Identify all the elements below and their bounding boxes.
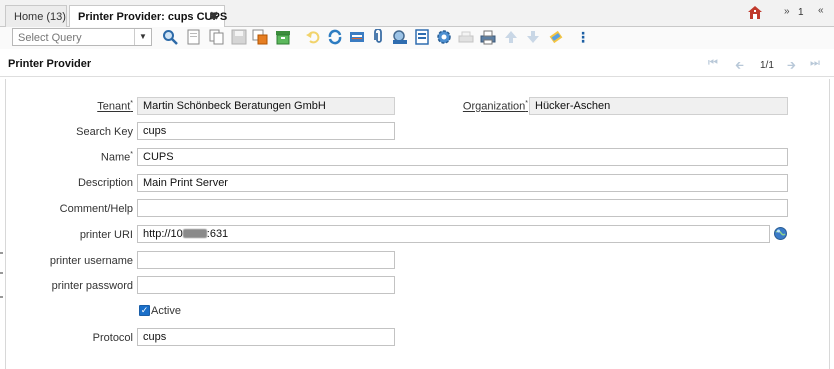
last-record-icon[interactable]: ⏭ xyxy=(810,57,820,70)
printer-password-field[interactable] xyxy=(137,276,395,294)
home-icon[interactable] xyxy=(748,6,762,19)
chevron-down-icon[interactable]: ▼ xyxy=(134,29,151,45)
tenant-label[interactable]: Tenant* xyxy=(97,100,133,113)
window-title: Printer Provider xyxy=(8,58,92,70)
archive-icon[interactable] xyxy=(275,29,291,45)
organization-field[interactable]: Hücker-Aschen xyxy=(529,97,788,115)
process-icon[interactable] xyxy=(436,29,452,45)
protocol-field[interactable]: cups xyxy=(137,328,395,346)
splitter-mark xyxy=(0,252,3,254)
search-icon[interactable] xyxy=(162,29,178,45)
print-icon[interactable] xyxy=(480,29,496,45)
redacted-mask xyxy=(182,229,207,238)
query-select-placeholder: Select Query xyxy=(18,32,82,44)
globe-icon[interactable] xyxy=(774,227,787,240)
print-preview-icon[interactable] xyxy=(458,29,474,45)
form-area xyxy=(5,79,830,369)
new-record-icon[interactable] xyxy=(186,29,202,45)
name-value: CUPS xyxy=(143,151,174,163)
query-select[interactable]: Select Query ▼ xyxy=(12,28,152,46)
printer-uri-field[interactable]: http://10 :631 xyxy=(137,225,770,243)
tab-count: 1 xyxy=(798,7,804,18)
undo-icon[interactable] xyxy=(305,29,321,45)
search-key-value: cups xyxy=(143,125,167,137)
tabbar-controls: » 1 « xyxy=(734,0,834,27)
tenant-field[interactable]: Martin Schönbeck Beratungen GmbH xyxy=(137,97,395,115)
tab-printer-provider[interactable]: Printer Provider: cups CUPS ✖ xyxy=(69,5,228,28)
name-field[interactable]: CUPS xyxy=(137,148,788,166)
collapse-icon[interactable]: « xyxy=(818,5,824,16)
window-header: Printer Provider ⏮ 🡰 1/1 🡲 ⏭ xyxy=(0,51,834,77)
splitter-mark xyxy=(0,272,3,274)
save-new-icon[interactable] xyxy=(252,29,268,45)
splitter-mark xyxy=(0,296,3,298)
attachment-icon[interactable] xyxy=(371,29,387,45)
refresh-icon[interactable] xyxy=(327,29,343,45)
next-record-icon[interactable]: 🡲 xyxy=(787,57,796,76)
name-label: Name* xyxy=(100,151,133,164)
down-icon[interactable] xyxy=(525,29,541,45)
tab-list-icon[interactable]: » xyxy=(784,6,790,17)
description-label: Description xyxy=(77,177,133,189)
printer-uri-suffix: :631 xyxy=(206,228,229,240)
active-label[interactable]: Active xyxy=(151,305,181,317)
first-record-icon[interactable]: ⏮ xyxy=(708,57,718,70)
protocol-label: Protocol xyxy=(92,332,133,344)
organization-label[interactable]: Organization* xyxy=(463,100,528,113)
printer-username-label: printer username xyxy=(49,255,133,267)
description-value: Main Print Server xyxy=(143,177,228,189)
tab-bar: Home (13) Printer Provider: cups CUPS ✖ … xyxy=(0,0,834,28)
copy-record-icon[interactable] xyxy=(209,29,225,45)
zoom-icon[interactable] xyxy=(392,29,408,45)
tab-home-label: Home (13) xyxy=(14,11,66,23)
description-field[interactable]: Main Print Server xyxy=(137,174,788,192)
comment-help-field[interactable] xyxy=(137,199,788,217)
up-icon[interactable] xyxy=(503,29,519,45)
organization-value: Hücker-Aschen xyxy=(535,100,611,112)
printer-username-field[interactable] xyxy=(137,251,395,269)
close-icon[interactable]: ✖ xyxy=(209,9,219,23)
printer-uri-prefix: http://10 xyxy=(143,228,183,240)
more-icon[interactable]: ⋮ xyxy=(576,27,590,47)
search-key-field[interactable]: cups xyxy=(137,122,395,140)
protocol-value: cups xyxy=(143,331,167,343)
tab-home[interactable]: Home (13) xyxy=(5,5,67,27)
tab-printer-provider-label: Printer Provider: cups CUPS xyxy=(78,11,228,23)
tenant-value: Martin Schönbeck Beratungen GmbH xyxy=(143,100,326,112)
record-counter: 1/1 xyxy=(760,60,774,71)
search-key-label: Search Key xyxy=(76,126,133,138)
report-icon[interactable] xyxy=(414,29,430,45)
previous-record-icon[interactable]: 🡰 xyxy=(735,57,744,76)
printer-uri-label: printer URI xyxy=(79,229,133,241)
save-icon[interactable] xyxy=(231,29,247,45)
grid-toggle-icon[interactable] xyxy=(349,29,365,45)
toolbar: Select Query ▼ ⋮ xyxy=(0,27,834,49)
help-icon[interactable] xyxy=(548,29,564,45)
comment-help-label: Comment/Help xyxy=(59,203,133,215)
active-checkbox[interactable]: ✓ xyxy=(139,305,150,316)
printer-password-label: printer password xyxy=(51,280,133,292)
